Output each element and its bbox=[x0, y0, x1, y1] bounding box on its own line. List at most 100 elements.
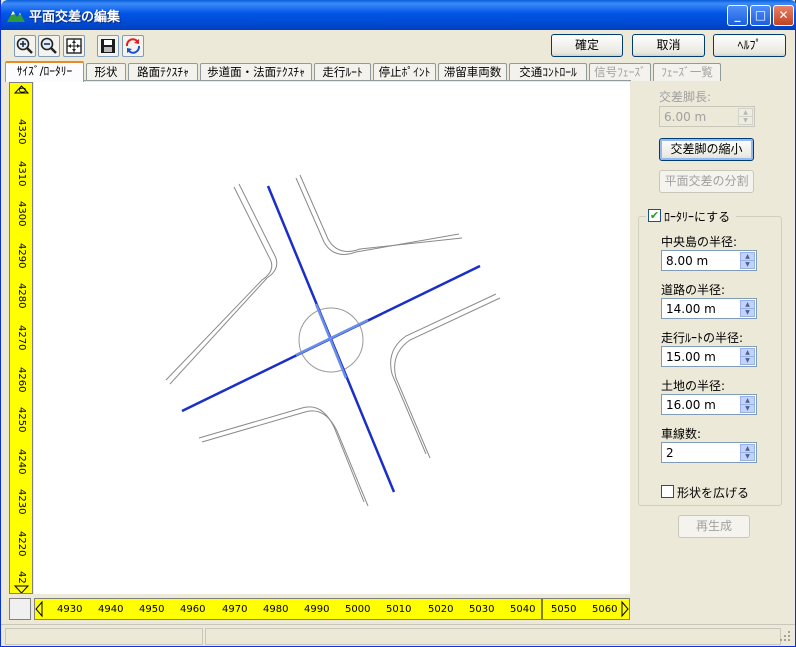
vruler-tick: 42 bbox=[16, 571, 27, 584]
shrink-leg-button[interactable]: 交差脚の縮小 bbox=[659, 138, 754, 161]
app-icon bbox=[7, 11, 25, 22]
leg-length-stepper: ▲ ▼ bbox=[738, 108, 753, 125]
hruler-tick: 5020 bbox=[428, 604, 454, 615]
vruler-tick: 4310 bbox=[16, 161, 27, 187]
zoom-out-icon[interactable] bbox=[38, 35, 60, 57]
tab-signal-phase: 信号ﾌｪｰｽﾞ bbox=[589, 63, 651, 81]
vruler-tick: 4220 bbox=[16, 531, 27, 557]
vruler-tick: 4240 bbox=[16, 449, 27, 475]
expand-shape-label[interactable]: 形状を広げる bbox=[677, 484, 749, 501]
hruler-tick: 4960 bbox=[180, 604, 206, 615]
tab-route[interactable]: 走行ﾙｰﾄ bbox=[314, 63, 371, 81]
status-pane-left bbox=[5, 628, 203, 645]
land-radius-label: 土地の半径: bbox=[661, 379, 726, 393]
maximize-button[interactable]: □ bbox=[750, 5, 771, 26]
cancel-button[interactable]: 取消 bbox=[632, 34, 705, 57]
land-radius-stepper[interactable]: ▲ ▼ bbox=[740, 396, 755, 413]
vruler-tick: 0 bbox=[16, 87, 27, 94]
land-radius-value[interactable]: 16.00 m bbox=[666, 398, 716, 412]
hruler-tick: 5010 bbox=[386, 604, 412, 615]
horizontal-ruler-marks bbox=[35, 599, 629, 619]
center-island-stepper[interactable]: ▲ ▼ bbox=[740, 252, 755, 269]
status-bar bbox=[1, 624, 795, 646]
vruler-tick: 4300 bbox=[16, 201, 27, 227]
vruler-tick: 4250 bbox=[16, 407, 27, 433]
spin-down-icon: ▼ bbox=[738, 116, 753, 125]
vruler-tick: 4320 bbox=[16, 119, 27, 145]
center-island-field[interactable]: 8.00 m ▲ ▼ bbox=[661, 250, 757, 271]
vruler-tick: 4290 bbox=[16, 243, 27, 269]
spin-down-icon[interactable]: ▼ bbox=[740, 356, 755, 365]
lanes-value[interactable]: 2 bbox=[666, 446, 674, 460]
spin-down-icon[interactable]: ▼ bbox=[740, 260, 755, 269]
leg-length-field: 6.00 m ▲ ▼ bbox=[659, 106, 755, 127]
road-radius-field[interactable]: 14.00 m ▲ ▼ bbox=[661, 298, 757, 319]
intersection-drawing bbox=[165, 174, 501, 507]
ruler-corner bbox=[9, 598, 31, 620]
hruler-tick: 4970 bbox=[222, 604, 248, 615]
help-button[interactable]: ﾍﾙﾌﾟ bbox=[713, 34, 786, 57]
window-title: 平面交差の編集 bbox=[29, 10, 121, 25]
status-pane-right bbox=[205, 628, 781, 645]
fit-view-icon[interactable] bbox=[63, 35, 85, 57]
drawing-canvas[interactable] bbox=[34, 82, 630, 594]
road-radius-stepper[interactable]: ▲ ▼ bbox=[740, 300, 755, 317]
tab-strip: ｻｲｽﾞ/ﾛｰﾀﾘｰ 形状 路面ﾃｸｽﾁｬ 歩道面・法面ﾃｸｽﾁｬ 走行ﾙｰﾄ … bbox=[5, 61, 725, 82]
zoom-in-icon[interactable] bbox=[14, 35, 36, 57]
spin-down-icon[interactable]: ▼ bbox=[740, 308, 755, 317]
route-radius-stepper[interactable]: ▲ ▼ bbox=[740, 348, 755, 365]
center-island-value[interactable]: 8.00 m bbox=[666, 254, 708, 268]
minimize-button[interactable]: _ bbox=[727, 5, 748, 26]
tab-shape[interactable]: 形状 bbox=[86, 63, 126, 81]
tab-queue-count[interactable]: 滞留車両数 bbox=[438, 63, 507, 81]
vruler-tick: 4270 bbox=[16, 325, 27, 351]
confirm-button[interactable]: 確定 bbox=[551, 34, 623, 57]
lanes-label: 車線数: bbox=[661, 427, 702, 441]
vruler-tick: 4230 bbox=[16, 489, 27, 515]
rotary-checkbox-row[interactable]: ✔ ﾛｰﾀﾘｰにする bbox=[646, 208, 736, 224]
refresh-icon[interactable] bbox=[122, 35, 144, 57]
spin-down-icon[interactable]: ▼ bbox=[740, 404, 755, 413]
hruler-tick: 5030 bbox=[469, 604, 495, 615]
tab-size-rotary[interactable]: ｻｲｽﾞ/ﾛｰﾀﾘｰ bbox=[5, 61, 84, 82]
close-button[interactable]: ✕ bbox=[773, 5, 794, 26]
regenerate-button: 再生成 bbox=[678, 515, 750, 538]
horizontal-ruler: 4930 4940 4950 4960 4970 4980 4990 5000 … bbox=[34, 598, 630, 620]
lanes-stepper[interactable]: ▲ ▼ bbox=[740, 444, 755, 461]
route-radius-field[interactable]: 15.00 m ▲ ▼ bbox=[661, 346, 757, 367]
leg-length-label: 交差脚長: bbox=[659, 90, 712, 104]
hruler-tick: 4980 bbox=[263, 604, 289, 615]
resize-grip-icon[interactable] bbox=[779, 630, 791, 642]
hruler-tick: 4990 bbox=[304, 604, 330, 615]
hruler-tick: 4940 bbox=[98, 604, 124, 615]
vruler-tick: 4280 bbox=[16, 283, 27, 309]
split-intersection-button: 平面交差の分割 bbox=[659, 170, 754, 193]
intersection-editor-window: 平面交差の編集 _ □ ✕ 確定 取消 ﾍﾙﾌﾟ ｻｲｽﾞ/ﾛｰﾀﾘｰ 形状 路… bbox=[0, 0, 796, 647]
spin-down-icon[interactable]: ▼ bbox=[740, 452, 755, 461]
lanes-field[interactable]: 2 ▲ ▼ bbox=[661, 442, 757, 463]
tab-stop-point[interactable]: 停止ﾎﾟｲﾝﾄ bbox=[373, 63, 436, 81]
hruler-tick: 4930 bbox=[57, 604, 83, 615]
tab-divider bbox=[5, 80, 631, 81]
title-bar[interactable]: 平面交差の編集 _ □ ✕ bbox=[1, 0, 796, 30]
center-island-label: 中央島の半径: bbox=[661, 235, 738, 249]
hruler-tick: 5040 bbox=[510, 604, 536, 615]
tab-traffic-control[interactable]: 交通ｺﾝﾄﾛｰﾙ bbox=[509, 63, 587, 81]
vertical-ruler: 0 4320 4310 4300 4290 4280 4270 4260 425… bbox=[9, 82, 33, 594]
expand-shape-checkbox[interactable] bbox=[661, 485, 674, 498]
tab-road-texture[interactable]: 路面ﾃｸｽﾁｬ bbox=[128, 63, 198, 81]
hruler-tick: 4950 bbox=[139, 604, 165, 615]
save-icon[interactable] bbox=[97, 35, 119, 57]
vruler-tick: 4260 bbox=[16, 367, 27, 393]
hruler-tick: 5060 bbox=[592, 604, 618, 615]
tab-sidewalk-texture[interactable]: 歩道面・法面ﾃｸｽﾁｬ bbox=[200, 63, 312, 81]
rotary-checkbox-label[interactable]: ﾛｰﾀﾘｰにする bbox=[664, 208, 730, 225]
road-radius-label: 道路の半径: bbox=[661, 283, 726, 297]
route-radius-value[interactable]: 15.00 m bbox=[666, 350, 716, 364]
road-radius-value[interactable]: 14.00 m bbox=[666, 302, 716, 316]
leg-length-value: 6.00 m bbox=[664, 110, 707, 124]
land-radius-field[interactable]: 16.00 m ▲ ▼ bbox=[661, 394, 757, 415]
tab-phase-list: ﾌｪｰｽﾞ一覧 bbox=[653, 63, 721, 81]
rotary-checkbox[interactable]: ✔ bbox=[648, 209, 661, 222]
hruler-tick: 5050 bbox=[551, 604, 577, 615]
